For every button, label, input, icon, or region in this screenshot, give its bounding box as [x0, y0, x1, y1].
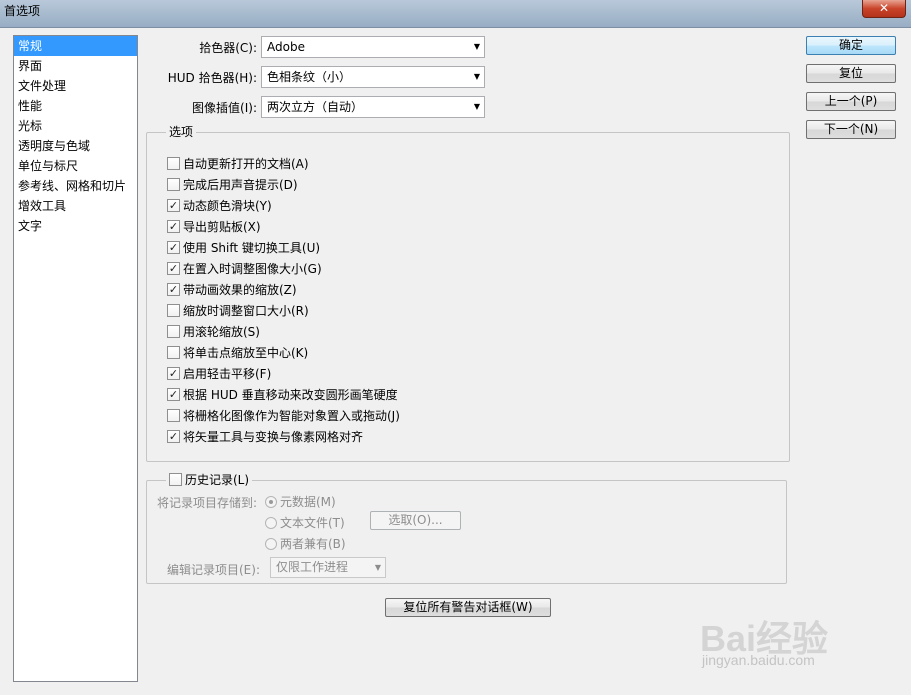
sidebar-item-plugins[interactable]: 增效工具	[14, 196, 137, 216]
checkbox[interactable]	[167, 346, 180, 359]
save-to-label: 将记录项目存储到:	[157, 496, 258, 510]
chevron-down-icon: ▼	[473, 72, 480, 81]
color-picker-value: Adobe	[267, 40, 305, 54]
checkbox[interactable]	[167, 304, 180, 317]
reset-warnings-button[interactable]: 复位所有警告对话框(W)	[385, 598, 551, 617]
color-picker-label: 拾色器(C):	[199, 41, 257, 55]
option-label: 自动更新打开的文档(A)	[183, 157, 309, 171]
interpolation-value: 两次立方（自动）	[267, 100, 364, 114]
option-scroll-wheel-zoom[interactable]: 用滚轮缩放(S)	[167, 324, 260, 340]
option-label: 在置入时调整图像大小(G)	[183, 262, 322, 276]
option-label: 使用 Shift 键切换工具(U)	[183, 241, 321, 255]
chevron-down-icon: ▼	[473, 42, 480, 51]
radio-metadata[interactable]: 元数据(M)	[265, 493, 336, 510]
prev-button[interactable]: 上一个(P)	[806, 92, 896, 111]
option-label: 完成后用声音提示(D)	[183, 178, 298, 192]
option-label: 将单击点缩放至中心(K)	[183, 346, 309, 360]
option-label: 动态颜色滑块(Y)	[183, 199, 272, 213]
option-beep[interactable]: 完成后用声音提示(D)	[167, 177, 298, 193]
history-label: 历史记录(L)	[185, 473, 250, 487]
sidebar-item-general[interactable]: 常规	[14, 36, 137, 56]
chevron-down-icon: ▼	[374, 563, 381, 572]
radio-icon[interactable]	[265, 517, 277, 529]
edit-log-select[interactable]: 仅限工作进程 ▼	[270, 557, 386, 578]
checkbox[interactable]	[167, 388, 180, 401]
interpolation-label: 图像插值(I):	[192, 101, 257, 115]
history-legend[interactable]: 历史记录(L)	[166, 472, 253, 488]
radio-icon[interactable]	[265, 538, 277, 550]
option-resize-on-place[interactable]: 在置入时调整图像大小(G)	[167, 261, 322, 277]
title-bar: 首选项 ✕	[0, 0, 911, 28]
option-label: 带动画效果的缩放(Z)	[183, 283, 297, 297]
ok-button[interactable]: 确定	[806, 36, 896, 55]
option-snap-vector-pixel-grid[interactable]: 将矢量工具与变换与像素网格对齐	[167, 429, 363, 445]
edit-log-value: 仅限工作进程	[276, 560, 349, 574]
option-hud-hardness[interactable]: 根据 HUD 垂直移动来改变圆形画笔硬度	[167, 387, 398, 403]
option-label: 根据 HUD 垂直移动来改变圆形画笔硬度	[183, 388, 398, 402]
radio-both[interactable]: 两者兼有(B)	[265, 535, 346, 552]
close-icon[interactable]: ✕	[862, 0, 906, 18]
edit-log-label: 编辑记录项目(E):	[167, 563, 260, 577]
option-zoom-to-click[interactable]: 将单击点缩放至中心(K)	[167, 345, 308, 361]
interpolation-select[interactable]: 两次立方（自动） ▼	[261, 96, 485, 118]
option-label: 导出剪贴板(X)	[183, 220, 261, 234]
checkbox[interactable]	[167, 241, 180, 254]
options-legend: 选项	[166, 125, 197, 139]
option-flick-panning[interactable]: 启用轻击平移(F)	[167, 366, 271, 382]
option-dynamic-sliders[interactable]: 动态颜色滑块(Y)	[167, 198, 272, 214]
option-label: 缩放时调整窗口大小(R)	[183, 304, 309, 318]
reset-button[interactable]: 复位	[806, 64, 896, 83]
sidebar-item-interface[interactable]: 界面	[14, 56, 137, 76]
option-shift-tool-switch[interactable]: 使用 Shift 键切换工具(U)	[167, 240, 320, 256]
checkbox[interactable]	[167, 262, 180, 275]
option-smart-object-place[interactable]: 将栅格化图像作为智能对象置入或拖动(J)	[167, 408, 400, 424]
option-animated-zoom[interactable]: 带动画效果的缩放(Z)	[167, 282, 297, 298]
option-label: 用滚轮缩放(S)	[183, 325, 260, 339]
sidebar-item-transparency[interactable]: 透明度与色域	[14, 136, 137, 156]
checkbox[interactable]	[167, 409, 180, 422]
checkbox[interactable]	[167, 283, 180, 296]
hud-picker-label: HUD 拾色器(H):	[167, 71, 257, 85]
checkbox[interactable]	[167, 199, 180, 212]
watermark: Bai经验 jingyan.baidu.com	[700, 596, 900, 668]
option-label: 启用轻击平移(F)	[183, 367, 272, 381]
chevron-down-icon: ▼	[473, 102, 480, 111]
sidebar-item-cursors[interactable]: 光标	[14, 116, 137, 136]
checkbox[interactable]	[167, 157, 180, 170]
option-label: 将矢量工具与变换与像素网格对齐	[183, 430, 364, 444]
next-button[interactable]: 下一个(N)	[806, 120, 896, 139]
history-checkbox[interactable]	[169, 473, 182, 486]
checkbox[interactable]	[167, 220, 180, 233]
checkbox[interactable]	[167, 367, 180, 380]
sidebar-item-guides[interactable]: 参考线、网格和切片	[14, 176, 137, 196]
checkbox[interactable]	[167, 178, 180, 191]
option-auto-update[interactable]: 自动更新打开的文档(A)	[167, 156, 309, 172]
sidebar-item-file-handling[interactable]: 文件处理	[14, 76, 137, 96]
radio-label: 文本文件(T)	[280, 516, 345, 530]
sidebar-item-performance[interactable]: 性能	[14, 96, 137, 116]
checkbox[interactable]	[167, 430, 180, 443]
sidebar-item-type[interactable]: 文字	[14, 216, 137, 236]
hud-picker-value: 色相条纹（小）	[267, 70, 352, 84]
category-list[interactable]: 常规 界面 文件处理 性能 光标 透明度与色域 单位与标尺 参考线、网格和切片 …	[13, 35, 138, 682]
checkbox[interactable]	[167, 325, 180, 338]
color-picker-select[interactable]: Adobe ▼	[261, 36, 485, 58]
sidebar-item-units[interactable]: 单位与标尺	[14, 156, 137, 176]
choose-button[interactable]: 选取(O)...	[370, 511, 461, 530]
radio-icon[interactable]	[265, 496, 277, 508]
radio-label: 元数据(M)	[280, 495, 336, 509]
watermark-url: jingyan.baidu.com	[702, 652, 815, 668]
hud-picker-select[interactable]: 色相条纹（小） ▼	[261, 66, 485, 88]
radio-label: 两者兼有(B)	[280, 537, 346, 551]
option-export-clipboard[interactable]: 导出剪贴板(X)	[167, 219, 261, 235]
window-title: 首选项	[4, 4, 41, 18]
option-label: 将栅格化图像作为智能对象置入或拖动(J)	[183, 409, 400, 423]
radio-text-file[interactable]: 文本文件(T)	[265, 514, 345, 531]
option-zoom-resize-window[interactable]: 缩放时调整窗口大小(R)	[167, 303, 309, 319]
